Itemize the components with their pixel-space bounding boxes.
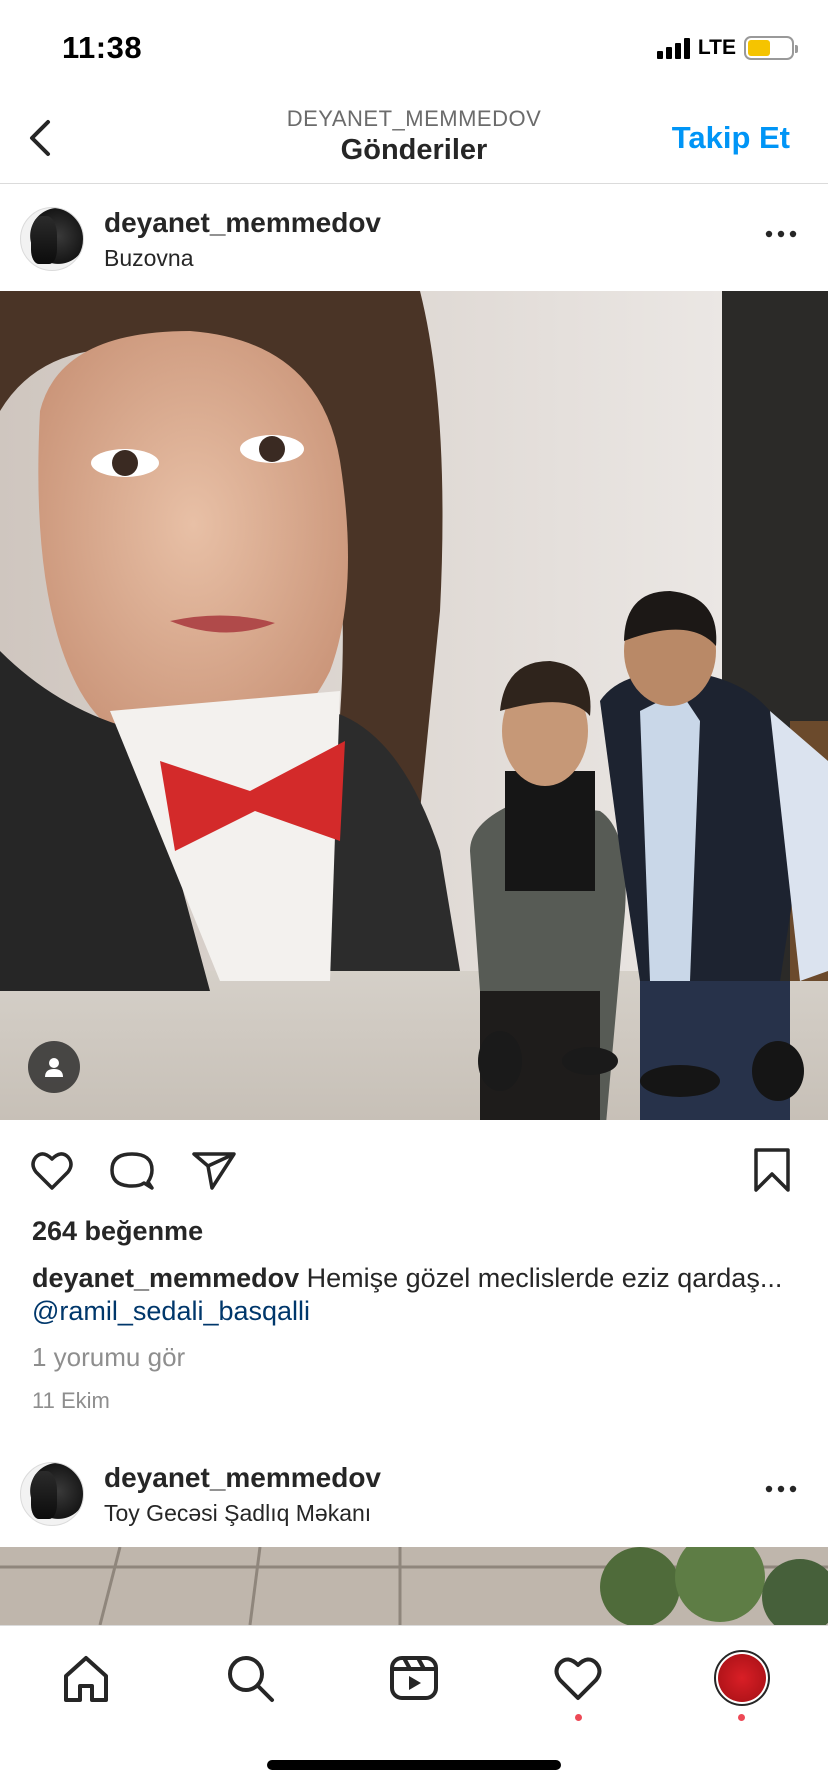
profile-tab-avatar[interactable] bbox=[714, 1650, 770, 1706]
post-photo[interactable] bbox=[0, 1547, 828, 1625]
caption-username[interactable]: deyanet_memmedov bbox=[32, 1263, 299, 1293]
more-horizontal-icon[interactable] bbox=[764, 229, 798, 239]
caption-mention[interactable]: @ramil_sedali_basqalli bbox=[32, 1296, 310, 1326]
comment-icon[interactable] bbox=[108, 1146, 156, 1194]
caption-text: Hemişe gözel meclislerde eziz qardaş... bbox=[306, 1263, 783, 1293]
status-bar: 11:38 LTE bbox=[0, 0, 828, 96]
post-actions bbox=[0, 1140, 828, 1200]
post-location[interactable]: Toy Gecəsi Şadlıq Məkanı bbox=[104, 1500, 371, 1527]
post-username[interactable]: deyanet_memmedov bbox=[104, 1462, 381, 1494]
post-photo-illustration bbox=[0, 291, 828, 1120]
battery-icon bbox=[744, 36, 798, 60]
post-location[interactable]: Buzovna bbox=[104, 245, 194, 272]
follow-button[interactable]: Takip Et bbox=[672, 120, 790, 156]
avatar[interactable] bbox=[20, 1462, 84, 1526]
profile-notification-dot bbox=[738, 1714, 745, 1721]
status-indicators: LTE bbox=[656, 36, 798, 60]
like-count[interactable]: 264 beğenme bbox=[32, 1216, 203, 1247]
activity-notification-dot bbox=[575, 1714, 582, 1721]
signal-icon bbox=[656, 37, 690, 59]
navigation-header: DEYANET_MEMMEDOV Gönderiler Takip Et bbox=[0, 96, 828, 184]
post-caption: deyanet_memmedov Hemişe gözel meclislerd… bbox=[32, 1262, 792, 1328]
search-icon[interactable] bbox=[222, 1650, 278, 1706]
post-username[interactable]: deyanet_memmedov bbox=[104, 207, 381, 239]
view-comments-link[interactable]: 1 yorumu gör bbox=[32, 1342, 185, 1373]
activity-heart-icon[interactable] bbox=[550, 1650, 606, 1706]
user-tag-icon[interactable] bbox=[28, 1041, 80, 1093]
avatar[interactable] bbox=[20, 207, 84, 271]
network-label: LTE bbox=[697, 36, 736, 59]
post-header: deyanet_memmedov Toy Gecəsi Şadlıq Məkan… bbox=[0, 1440, 828, 1548]
post-header: deyanet_memmedov Buzovna bbox=[0, 185, 828, 293]
reels-icon[interactable] bbox=[386, 1650, 442, 1706]
profile-avatar-image bbox=[718, 1654, 766, 1702]
send-icon[interactable] bbox=[190, 1146, 238, 1194]
bookmark-icon[interactable] bbox=[748, 1146, 796, 1194]
status-time: 11:38 bbox=[62, 30, 143, 65]
more-horizontal-icon[interactable] bbox=[764, 1484, 798, 1494]
post-date: 11 Ekim bbox=[32, 1388, 110, 1413]
home-icon[interactable] bbox=[58, 1650, 114, 1706]
post-photo-illustration bbox=[0, 1547, 828, 1625]
home-indicator[interactable] bbox=[267, 1760, 561, 1770]
heart-icon[interactable] bbox=[28, 1146, 76, 1194]
post-photo[interactable] bbox=[0, 291, 828, 1120]
